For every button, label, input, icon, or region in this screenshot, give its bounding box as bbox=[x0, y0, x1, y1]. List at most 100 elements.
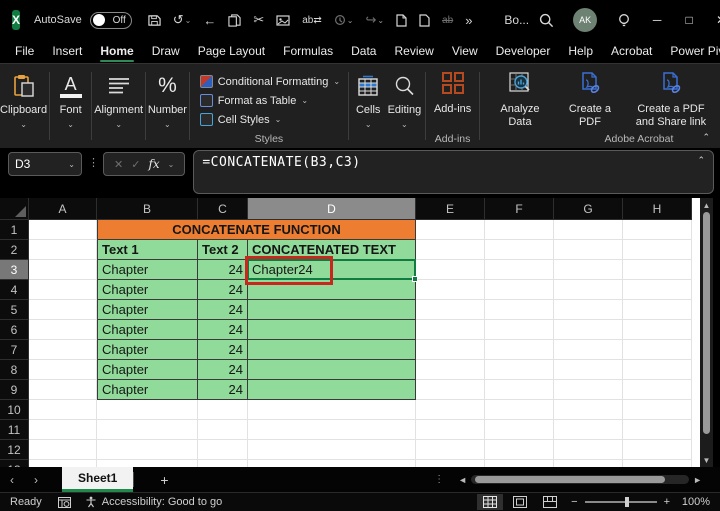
cell-B9[interactable]: Chapter bbox=[97, 380, 198, 400]
macro-record-icon[interactable] bbox=[58, 497, 71, 508]
cell-G12[interactable] bbox=[554, 440, 623, 460]
row-header-3[interactable]: 3 bbox=[0, 260, 29, 280]
cell-E12[interactable] bbox=[416, 440, 485, 460]
cell-H12[interactable] bbox=[623, 440, 692, 460]
collapse-ribbon-icon[interactable]: ⌃ bbox=[702, 132, 710, 143]
cell-B10[interactable] bbox=[97, 400, 198, 420]
cell-E3[interactable] bbox=[416, 260, 485, 280]
tab-draw[interactable]: Draw bbox=[143, 41, 189, 62]
cell-G9[interactable] bbox=[554, 380, 623, 400]
ribbon-group-number[interactable]: % Number ⌄ bbox=[148, 64, 187, 148]
cell-D6[interactable] bbox=[248, 320, 416, 340]
cell-E6[interactable] bbox=[416, 320, 485, 340]
analyze-data-button[interactable]: Analyze Data bbox=[482, 64, 558, 148]
cell-B5[interactable]: Chapter bbox=[97, 300, 198, 320]
cell-H7[interactable] bbox=[623, 340, 692, 360]
row-header-8[interactable]: 8 bbox=[0, 360, 29, 380]
autosave-toggle[interactable]: Off bbox=[90, 12, 132, 29]
cell-D12[interactable] bbox=[248, 440, 416, 460]
insert-function-icon[interactable]: fx bbox=[148, 157, 159, 171]
cell-C10[interactable] bbox=[198, 400, 248, 420]
cell-E4[interactable] bbox=[416, 280, 485, 300]
cell-C11[interactable] bbox=[198, 420, 248, 440]
new-document-icon[interactable] bbox=[396, 14, 407, 27]
ribbon-group-alignment[interactable]: Alignment ⌄ bbox=[94, 64, 143, 148]
insert-picture-icon[interactable] bbox=[276, 14, 290, 26]
cell-C8[interactable]: 24 bbox=[198, 360, 248, 380]
cell-D2[interactable]: CONCATENATED TEXT bbox=[248, 240, 416, 260]
cell-H11[interactable] bbox=[623, 420, 692, 440]
conditional-formatting-button[interactable]: Conditional Formatting ⌄ bbox=[200, 72, 340, 91]
enter-formula-icon[interactable]: ✓ bbox=[131, 158, 140, 171]
row-header-10[interactable]: 10 bbox=[0, 400, 29, 420]
column-header-F[interactable]: F bbox=[485, 198, 554, 220]
tab-insert[interactable]: Insert bbox=[43, 41, 91, 62]
cell-F5[interactable] bbox=[485, 300, 554, 320]
cell-D11[interactable] bbox=[248, 420, 416, 440]
format-as-table-button[interactable]: Format as Table ⌄ bbox=[200, 91, 340, 110]
cell-B6[interactable]: Chapter bbox=[97, 320, 198, 340]
cell-A1[interactable] bbox=[29, 220, 97, 240]
cell-F13[interactable] bbox=[485, 460, 554, 467]
cell-D10[interactable] bbox=[248, 400, 416, 420]
cell-H4[interactable] bbox=[623, 280, 692, 300]
cell-G7[interactable] bbox=[554, 340, 623, 360]
column-header-H[interactable]: H bbox=[623, 198, 692, 220]
cell-E5[interactable] bbox=[416, 300, 485, 320]
row-header-1[interactable]: 1 bbox=[0, 220, 29, 240]
cell-D8[interactable] bbox=[248, 360, 416, 380]
cell-C7[interactable]: 24 bbox=[198, 340, 248, 360]
horizontal-scroll-thumb[interactable] bbox=[475, 476, 665, 483]
cell-D7[interactable] bbox=[248, 340, 416, 360]
cell-A10[interactable] bbox=[29, 400, 97, 420]
cell-F8[interactable] bbox=[485, 360, 554, 380]
cell-A9[interactable] bbox=[29, 380, 97, 400]
cell-B3[interactable]: Chapter bbox=[97, 260, 198, 280]
cell-E10[interactable] bbox=[416, 400, 485, 420]
tab-view[interactable]: View bbox=[443, 41, 487, 62]
row-header-13[interactable]: 13 bbox=[0, 460, 29, 467]
create-pdf-button[interactable]: Create a PDF bbox=[558, 64, 622, 134]
ribbon-group-font[interactable]: A Font ⌄ bbox=[52, 64, 90, 148]
ribbon-group-clipboard[interactable]: Clipboard ⌄ bbox=[0, 64, 47, 148]
cell-F2[interactable] bbox=[485, 240, 554, 260]
cell-E8[interactable] bbox=[416, 360, 485, 380]
open-document-icon[interactable] bbox=[419, 14, 430, 27]
vertical-scrollbar[interactable]: ▲ ▼ bbox=[700, 198, 713, 467]
scroll-left-icon[interactable]: ◄ bbox=[458, 475, 467, 485]
close-button[interactable]: ✕ bbox=[705, 4, 720, 36]
zoom-percentage[interactable]: 100% bbox=[676, 496, 710, 508]
cell-B4[interactable]: Chapter bbox=[97, 280, 198, 300]
cell-G10[interactable] bbox=[554, 400, 623, 420]
cell-D4[interactable] bbox=[248, 280, 416, 300]
cell-A8[interactable] bbox=[29, 360, 97, 380]
cell-E1[interactable] bbox=[416, 220, 485, 240]
cell-A13[interactable] bbox=[29, 460, 97, 467]
ribbon-group-editing[interactable]: Editing ⌄ bbox=[386, 64, 424, 148]
page-break-preview-icon[interactable] bbox=[537, 494, 563, 510]
scrollbar-grip-icon[interactable]: ⋮ bbox=[434, 474, 444, 485]
cell-B7[interactable]: Chapter bbox=[97, 340, 198, 360]
cell-C2[interactable]: Text 2 bbox=[198, 240, 248, 260]
name-box[interactable]: D3 ⌄ bbox=[8, 152, 82, 176]
cell-G2[interactable] bbox=[554, 240, 623, 260]
tab-developer[interactable]: Developer bbox=[487, 41, 560, 62]
cell-F3[interactable] bbox=[485, 260, 554, 280]
cell-C4[interactable]: 24 bbox=[198, 280, 248, 300]
cell-B11[interactable] bbox=[97, 420, 198, 440]
cell-C13[interactable] bbox=[198, 460, 248, 467]
cell-G3[interactable] bbox=[554, 260, 623, 280]
document-title[interactable]: Bo... bbox=[504, 13, 529, 27]
cell-A2[interactable] bbox=[29, 240, 97, 260]
cell-F4[interactable] bbox=[485, 280, 554, 300]
cell-H2[interactable] bbox=[623, 240, 692, 260]
cell-H6[interactable] bbox=[623, 320, 692, 340]
find-replace-icon[interactable]: ab⇄ bbox=[302, 15, 322, 26]
cell-E9[interactable] bbox=[416, 380, 485, 400]
page-layout-view-icon[interactable] bbox=[507, 494, 533, 510]
cell-H13[interactable] bbox=[623, 460, 692, 467]
vertical-scroll-thumb[interactable] bbox=[703, 212, 710, 434]
cell-H10[interactable] bbox=[623, 400, 692, 420]
tab-help[interactable]: Help bbox=[559, 41, 602, 62]
cell-merged-title[interactable]: CONCATENATE FUNCTION bbox=[97, 220, 416, 240]
